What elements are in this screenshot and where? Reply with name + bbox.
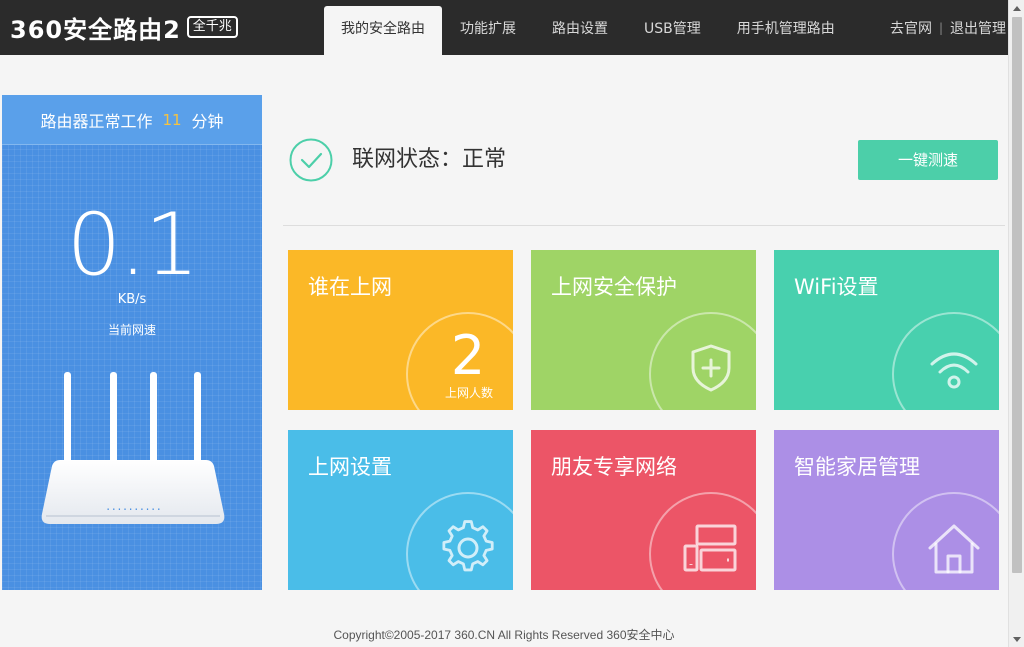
network-status-text: 联网状态：正常	[352, 147, 507, 172]
tab-usb-management[interactable]: USB管理	[626, 6, 719, 55]
tab-my-router[interactable]: 我的安全路由	[324, 6, 442, 55]
scroll-up-arrow-icon[interactable]	[1009, 0, 1024, 16]
tab-router-settings[interactable]: 路由设置	[534, 6, 626, 55]
tile-smart-home[interactable]: 智能家居管理	[774, 430, 999, 590]
tile-title: 上网安全保护	[551, 275, 677, 299]
tile-title: 智能家居管理	[794, 455, 920, 479]
tab-mobile-management[interactable]: 用手机管理路由	[719, 6, 853, 55]
tile-title: 上网设置	[308, 455, 392, 479]
section-divider	[283, 225, 1005, 226]
tile-title: WiFi设置	[794, 275, 879, 299]
logo-badge: 全千兆	[186, 16, 238, 38]
logo[interactable]: 360安全路由2 全千兆	[10, 11, 238, 44]
scroll-down-arrow-icon[interactable]	[1009, 631, 1024, 647]
tile-title: 朋友专享网络	[551, 455, 677, 479]
tile-wifi-settings[interactable]: WiFi设置	[774, 250, 999, 410]
shield-icon	[691, 344, 731, 392]
uptime-value: 11	[162, 110, 182, 129]
online-count: 2	[450, 324, 486, 387]
devices-icon	[683, 524, 737, 572]
tile-title: 谁在上网	[308, 275, 392, 299]
speed-label: 当前网速	[107, 323, 156, 337]
tile-security-protection[interactable]: 上网安全保护	[531, 250, 756, 410]
page-scrollbar[interactable]	[1008, 0, 1024, 647]
router-status-panel: 路由器正常工作 11 分钟 0.1 KB/s 当前网速 . . . . . . …	[2, 95, 262, 590]
logout-link[interactable]: 退出管理	[950, 18, 1006, 38]
speed-test-button[interactable]: 一键测速	[858, 140, 998, 180]
gear-icon	[442, 520, 494, 572]
router-icon: . . . . . . . . . .	[41, 372, 225, 524]
current-speed-value: 0.1	[66, 195, 200, 295]
uptime-prefix: 路由器正常工作	[40, 111, 153, 131]
header-links: 去官网 | 退出管理	[890, 0, 1006, 55]
scroll-thumb[interactable]	[1012, 17, 1022, 573]
uptime-suffix: 分钟	[191, 111, 224, 131]
logo-text: 360安全路由2	[10, 15, 181, 44]
uptime-bar: 路由器正常工作 11 分钟	[2, 95, 262, 145]
speed-unit: KB/s	[117, 292, 147, 307]
router-led-dots: . . . . . . . . . .	[106, 499, 160, 513]
wifi-icon	[930, 352, 978, 389]
home-icon	[928, 524, 980, 574]
tab-extensions[interactable]: 功能扩展	[442, 6, 534, 55]
official-site-link[interactable]: 去官网	[890, 18, 932, 38]
tile-friend-network[interactable]: 朋友专享网络	[531, 430, 756, 590]
footer-copyright: Copyright©2005-2017 360.CN All Rights Re…	[333, 628, 675, 642]
link-separator: |	[938, 20, 943, 35]
main-nav: 我的安全路由 功能扩展 路由设置 USB管理 用手机管理路由	[324, 6, 853, 55]
status-ok-icon	[289, 138, 333, 182]
top-header: 360安全路由2 全千兆 我的安全路由 功能扩展 路由设置 USB管理 用手机管…	[0, 0, 1008, 55]
tile-who-online[interactable]: 谁在上网 2 上网人数	[288, 250, 513, 410]
tile-internet-settings[interactable]: 上网设置	[288, 430, 513, 590]
online-count-label: 上网人数	[444, 386, 493, 400]
